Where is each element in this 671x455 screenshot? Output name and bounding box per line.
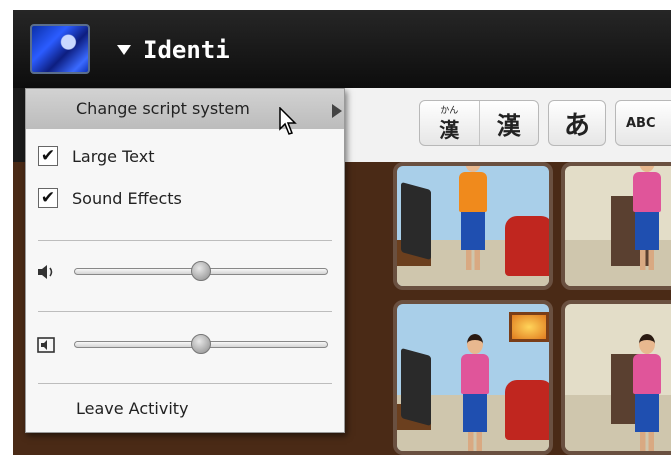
menu-divider: [38, 311, 332, 312]
change-script-label: Change script system: [76, 99, 250, 118]
person-legs: [640, 250, 654, 270]
volume-slider-track[interactable]: [74, 261, 328, 281]
person-shirt: [461, 354, 489, 394]
picture-card[interactable]: [561, 162, 671, 290]
person-head: [467, 334, 483, 354]
person-skirt: [635, 394, 659, 432]
kanji-button-group: かん 漢 漢: [419, 100, 539, 146]
picture-card[interactable]: [393, 300, 553, 455]
activity-icon[interactable]: [30, 24, 90, 74]
leave-activity-menu-item[interactable]: Leave Activity: [76, 399, 189, 418]
large-text-menu-item[interactable]: ✔ Large Text: [38, 143, 154, 169]
sound-effects-label: Sound Effects: [72, 188, 182, 208]
person-head: [465, 166, 481, 172]
person-shirt: [459, 172, 487, 212]
television: [401, 347, 431, 427]
armchair: [505, 216, 549, 276]
person-shirt: [633, 354, 661, 394]
sound-effects-checkbox[interactable]: ✔: [38, 188, 58, 208]
woman-figure: [459, 166, 487, 270]
script-toolbar: かん 漢 漢 あ ABC: [343, 88, 671, 163]
woman-figure: [633, 334, 661, 451]
wall-painting: [509, 312, 549, 342]
person-legs: [466, 250, 480, 270]
kanji-button[interactable]: 漢: [478, 101, 539, 145]
large-text-checkbox[interactable]: ✔: [38, 146, 58, 166]
title-bar: Identi: [13, 10, 671, 88]
kanji-glyph: 漢: [496, 110, 521, 140]
person-legs: [468, 432, 482, 451]
second-slider-track[interactable]: [74, 334, 328, 354]
volume-slider-row: [36, 259, 336, 285]
picture-card[interactable]: [393, 162, 553, 290]
furigana-label: かん: [440, 106, 459, 116]
person-head: [639, 166, 655, 172]
change-script-menu-item[interactable]: Change script system: [26, 89, 344, 135]
activity-title[interactable]: Identi: [143, 36, 230, 64]
activity-window: Identi かん 漢 漢 あ ABC Change script system…: [13, 10, 671, 455]
speaker-icon: [38, 265, 53, 279]
speaker-box-icon: [37, 337, 55, 353]
mouse-pointer-icon: [279, 107, 297, 135]
menu-divider: [38, 240, 332, 241]
person-legs: [640, 432, 654, 451]
person-skirt: [635, 212, 659, 250]
person-skirt: [461, 212, 485, 250]
person-skirt: [463, 394, 487, 432]
activity-menu: Change script system ✔ Large Text ✔ Soun…: [25, 88, 345, 433]
person-shirt: [633, 172, 661, 212]
triangle-right-icon: [332, 104, 342, 118]
sound-effects-menu-item[interactable]: ✔ Sound Effects: [38, 185, 182, 211]
romaji-button[interactable]: ABC: [615, 100, 671, 146]
woman-figure: [633, 166, 661, 270]
menu-divider: [38, 383, 332, 384]
woman-figure: [461, 334, 489, 451]
triangle-down-icon[interactable]: [117, 45, 131, 55]
large-text-label: Large Text: [72, 146, 155, 166]
person-head: [639, 334, 655, 354]
picture-card[interactable]: [561, 300, 671, 455]
volume-slider-knob[interactable]: [191, 261, 211, 281]
kanji-furigana-button[interactable]: かん 漢: [420, 101, 479, 145]
television: [401, 181, 431, 261]
second-slider-knob[interactable]: [191, 334, 211, 354]
hiragana-button[interactable]: あ: [548, 100, 606, 146]
second-slider-row: [36, 332, 336, 358]
kanji-furigana-glyph: 漢: [439, 117, 460, 142]
armchair: [505, 380, 549, 440]
